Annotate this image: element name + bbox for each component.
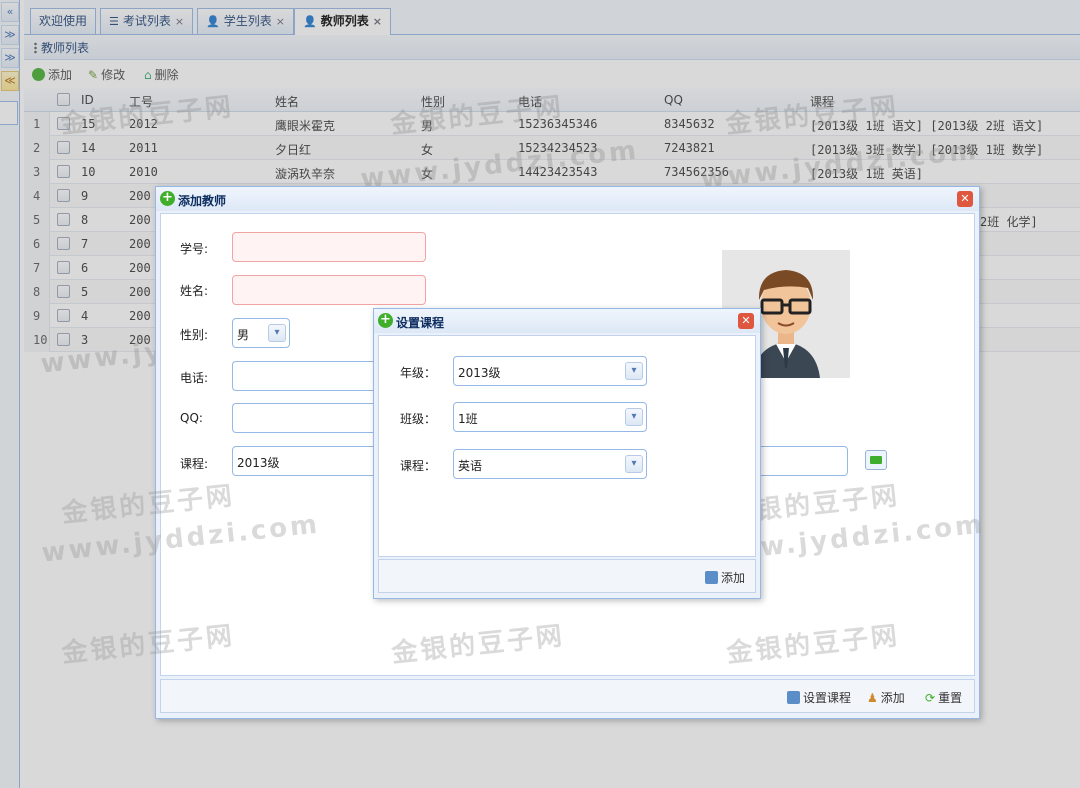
watermark: 金银的豆子网 (390, 620, 567, 669)
class-select[interactable]: 1班 ▾ (453, 402, 647, 432)
phone-label: 电话: (180, 371, 209, 385)
green-rect-icon (870, 456, 882, 464)
set-course-button[interactable]: 设置课程 (787, 689, 851, 706)
dialog-header: + 添加教师 ✕ (156, 187, 979, 211)
course-label: 课程: (180, 457, 209, 471)
dialog-title: 添加教师 (178, 194, 227, 208)
course-label: 课程： (400, 459, 437, 473)
course-set-button[interactable] (865, 450, 887, 470)
grade-select[interactable]: 2013级 ▾ (453, 356, 647, 386)
add-course-icon (705, 571, 718, 584)
add-course-button[interactable]: 添加 (705, 569, 745, 586)
class-value: 1班 (458, 412, 478, 426)
set-course-icon (787, 691, 800, 704)
watermark: 金银的豆子网 (725, 620, 902, 669)
close-icon[interactable]: ✕ (957, 191, 973, 207)
dialog-title: 设置课程 (396, 316, 445, 330)
sex-select[interactable]: 男 ▾ (232, 318, 290, 348)
reload-icon: ⟳ (925, 691, 936, 705)
plus-icon: + (378, 313, 393, 328)
name-label: 姓名: (180, 284, 209, 298)
dialog-footer: 设置课程 ♟ 添加 ⟳ 重置 (160, 679, 975, 713)
name-input[interactable] (232, 275, 426, 305)
add-teacher-button[interactable]: ♟ 添加 (867, 689, 905, 706)
course-value: 英语 (458, 459, 483, 473)
course-select[interactable]: 英语 ▾ (453, 449, 647, 479)
sex-value: 男 (237, 328, 250, 342)
dialog-body: 年级： 2013级 ▾ 班级： 1班 ▾ 课程： 英语 ▾ (378, 335, 756, 557)
sex-label: 性别: (180, 328, 209, 342)
set-course-dialog: + 设置课程 ✕ 年级： 2013级 ▾ 班级： 1班 ▾ 课程： 英语 ▾ 添… (373, 308, 761, 599)
grade-value: 2013级 (458, 366, 501, 380)
chevron-down-icon[interactable]: ▾ (625, 362, 643, 380)
chevron-down-icon[interactable]: ▾ (625, 455, 643, 473)
grade-label: 年级： (400, 366, 437, 380)
reset-button[interactable]: ⟳ 重置 (925, 689, 962, 706)
dialog-footer: 添加 (378, 559, 756, 593)
chevron-down-icon[interactable]: ▾ (625, 408, 643, 426)
no-label: 学号: (180, 242, 209, 256)
close-icon[interactable]: ✕ (738, 313, 754, 329)
dialog-header: + 设置课程 ✕ (374, 309, 760, 333)
chevron-down-icon[interactable]: ▾ (268, 324, 286, 342)
qq-label: QQ: (180, 411, 203, 425)
add-user-icon: ♟ (867, 691, 878, 705)
course-value: 2013级 (237, 456, 280, 470)
no-input[interactable] (232, 232, 426, 262)
plus-icon: + (160, 191, 175, 206)
class-label: 班级： (400, 412, 437, 426)
